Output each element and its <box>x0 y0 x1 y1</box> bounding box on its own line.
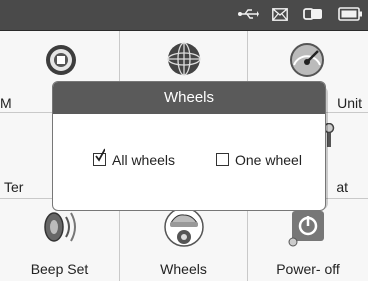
power-icon <box>288 209 328 252</box>
option-one-wheel[interactable]: One wheel <box>216 152 302 168</box>
wheels-dialog: Wheels All wheels One wheel <box>52 81 326 211</box>
checkbox-unchecked[interactable] <box>216 153 229 166</box>
status-bar <box>0 0 368 31</box>
globe-chip-icon <box>44 43 78 82</box>
option-label: One wheel <box>235 152 302 168</box>
tile-label: at <box>336 179 348 195</box>
dialog-title: Wheels <box>53 82 325 114</box>
globe-icon <box>166 41 202 82</box>
gauge-icon <box>288 41 326 82</box>
option-all-wheels[interactable]: All wheels <box>93 148 176 168</box>
tile-label: Wheels <box>160 261 207 277</box>
tile-label: Power- off <box>276 261 340 277</box>
tile-wheels[interactable]: Wheels <box>120 199 248 281</box>
tile-label: Unit <box>337 95 362 111</box>
battery-icon <box>338 0 364 30</box>
option-label: All wheels <box>112 152 176 168</box>
tile-label: Beep Set <box>30 261 89 277</box>
tile-power-off[interactable]: Power- off <box>248 199 368 281</box>
speaker-icon <box>40 207 80 252</box>
tile-beep-set[interactable]: Beep Set <box>0 199 120 281</box>
usb-icon <box>237 0 259 30</box>
check-icon <box>95 148 105 162</box>
checkbox-checked[interactable] <box>93 148 106 166</box>
link-icon <box>303 0 323 30</box>
mail-icon <box>272 0 288 30</box>
